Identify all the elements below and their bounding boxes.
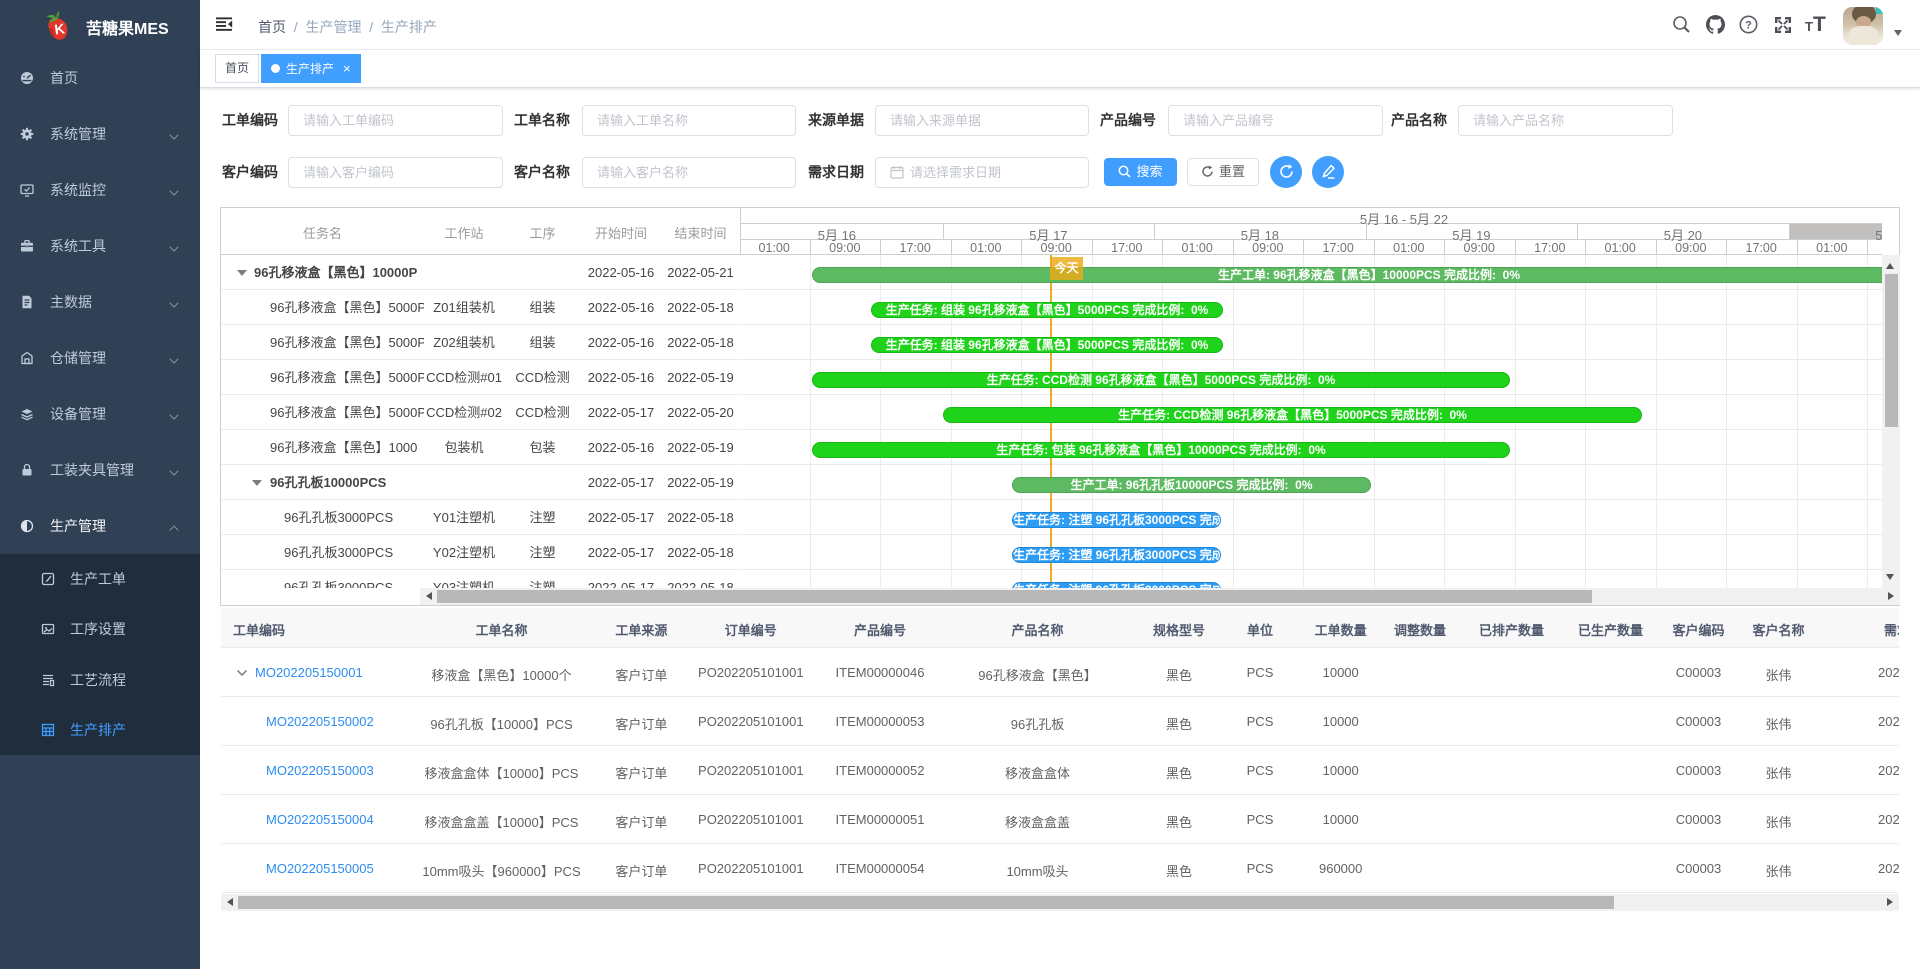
svg-text:?: ? [1745,19,1752,31]
